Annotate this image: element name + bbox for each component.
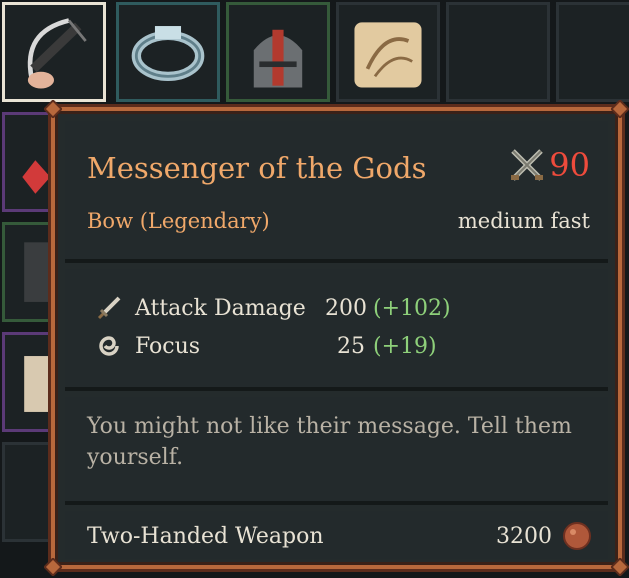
scroll-icon <box>354 22 422 88</box>
stat-bonus: (+102) <box>373 295 451 321</box>
tooltip-stats <box>65 269 608 387</box>
stat-name: Attack Damage <box>135 295 306 321</box>
item-tooltip: Messenger of the Gods 90 Bow (Legendary)… <box>44 100 629 576</box>
divider <box>65 259 608 263</box>
item-description: You might not like their message. Tell t… <box>87 414 572 470</box>
price-value: 3200 <box>496 523 552 549</box>
focus-swirl-icon <box>99 336 119 356</box>
stat-bonus: (+19) <box>373 333 437 359</box>
inventory-slot-bow[interactable] <box>2 2 106 102</box>
sword-icon <box>97 296 121 320</box>
crossed-swords-icon <box>511 149 544 181</box>
item-type: Bow (Legendary) <box>87 209 270 233</box>
stat-value: 25 <box>337 333 365 359</box>
corner-ornament <box>44 100 62 118</box>
inventory-slot-helmet[interactable] <box>226 2 330 102</box>
corner-ornament <box>611 100 629 118</box>
inventory-slot-scroll[interactable] <box>336 2 440 102</box>
damage-value: 90 <box>549 146 590 184</box>
damage-display: 90 <box>507 145 590 185</box>
stat-row-focus: Focus 25 (+19) <box>95 329 437 363</box>
divider <box>65 501 608 505</box>
copper-coin-icon <box>563 522 591 550</box>
slot-type: Two-Handed Weapon <box>87 524 324 549</box>
divider <box>65 387 608 391</box>
stat-value: 200 <box>325 295 367 321</box>
inventory-slot-empty-2[interactable] <box>556 2 629 102</box>
helmet-icon <box>253 29 303 88</box>
bow-icon <box>27 18 87 89</box>
inventory-slot-empty-1[interactable] <box>446 2 550 102</box>
item-title: Messenger of the Gods <box>87 151 427 185</box>
inventory-slot-ring[interactable] <box>116 2 220 102</box>
stat-row-attack-damage: Attack Damage 200 (+102) <box>95 291 451 325</box>
tooltip-header <box>65 121 608 259</box>
corner-ornament <box>611 558 629 576</box>
stat-name: Focus <box>135 333 201 359</box>
ring-icon <box>131 26 205 82</box>
corner-ornament <box>44 558 62 576</box>
attack-speed: medium fast <box>457 209 590 233</box>
item-price: 3200 <box>496 521 592 551</box>
